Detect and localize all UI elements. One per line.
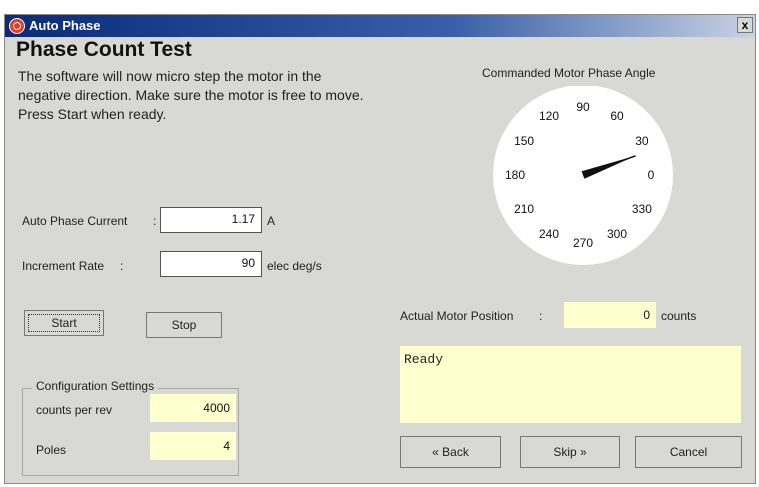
- position-unit-label: counts: [661, 309, 697, 323]
- auto-phase-current-label: Auto Phase Current: [22, 214, 128, 228]
- increment-rate-label: Increment Rate: [22, 259, 105, 273]
- status-area: Ready: [400, 346, 741, 423]
- close-button[interactable]: x: [737, 17, 753, 33]
- poles-field: 4: [150, 432, 236, 460]
- dial-label-240: 240: [539, 227, 559, 241]
- label-colon: :: [539, 309, 543, 323]
- auto-phase-current-input[interactable]: 1.17: [160, 207, 262, 233]
- window-title: Auto Phase: [29, 18, 101, 33]
- skip-button[interactable]: Skip »: [520, 436, 620, 468]
- dial-label-270: 270: [573, 236, 593, 250]
- cancel-button[interactable]: Cancel: [635, 436, 742, 468]
- counts-per-rev-field: 4000: [150, 394, 236, 422]
- label-colon: :: [153, 214, 157, 228]
- back-button[interactable]: « Back: [400, 436, 501, 468]
- app-logo-icon: [9, 18, 25, 34]
- dial-label-30: 30: [635, 134, 649, 148]
- actual-motor-position-field: 0: [564, 302, 656, 328]
- increment-rate-input[interactable]: 90: [160, 251, 262, 277]
- phase-angle-dial: 0 30 60 90 120 150 180 210 240 270 300 330: [493, 86, 673, 265]
- dial-label-330: 330: [632, 202, 652, 216]
- instructions-text: The software will now micro step the mot…: [18, 68, 364, 122]
- page-title: Phase Count Test: [16, 38, 192, 61]
- dial-label-300: 300: [607, 227, 627, 241]
- title-bar[interactable]: Auto Phase x: [5, 15, 755, 37]
- configuration-settings-title: Configuration Settings: [32, 379, 159, 393]
- poles-label: Poles: [36, 443, 67, 457]
- dial-label-120: 120: [539, 109, 559, 123]
- current-unit-label: A: [267, 214, 276, 228]
- counts-per-rev-label: counts per rev: [36, 403, 113, 417]
- dial-label-210: 210: [514, 202, 534, 216]
- stop-button[interactable]: Stop: [146, 312, 222, 338]
- dial-label-150: 150: [514, 134, 534, 148]
- dial-title: Commanded Motor Phase Angle: [482, 66, 656, 80]
- label-colon: :: [120, 259, 124, 273]
- actual-motor-position-label: Actual Motor Position: [400, 309, 514, 323]
- dial-label-90: 90: [576, 100, 590, 114]
- rate-unit-label: elec deg/s: [267, 259, 322, 273]
- dial-label-180: 180: [505, 168, 525, 182]
- dial-label-60: 60: [610, 109, 624, 123]
- dial-label-0: 0: [648, 168, 655, 182]
- start-button[interactable]: Start: [24, 310, 104, 336]
